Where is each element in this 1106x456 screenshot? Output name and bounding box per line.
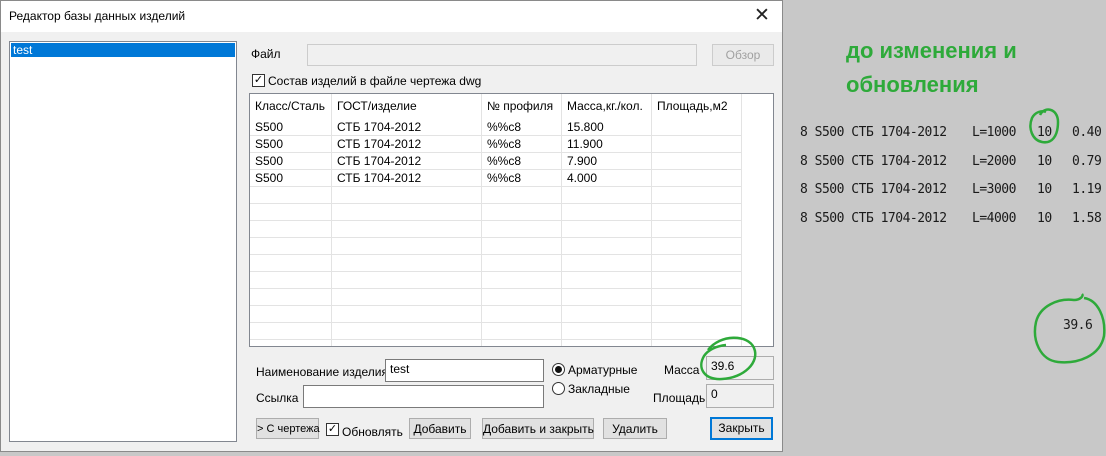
drawing-length-2: L=2000 <box>972 154 1016 169</box>
drawing-mass-1: 0.40 <box>1072 125 1102 140</box>
embedded-radio[interactable] <box>552 382 565 395</box>
drawing-length-3: L=3000 <box>972 182 1016 197</box>
cell-profile[interactable]: %%c8 <box>482 170 562 187</box>
area-label: Площадь <box>653 391 706 405</box>
drawing-spec-3: 8 S500 СТБ 1704-2012 <box>800 182 947 197</box>
cell-area[interactable] <box>652 136 742 153</box>
product-db-editor-dialog: Редактор базы данных изделий ✕ test Файл… <box>0 0 783 452</box>
from-drawing-button[interactable]: > С чертежа <box>256 418 320 439</box>
area-field[interactable]: 0 <box>706 384 774 408</box>
cell-gost[interactable]: СТБ 1704-2012 <box>332 170 482 187</box>
table-right-edge <box>741 94 742 346</box>
cell-profile[interactable]: %%c8 <box>482 136 562 153</box>
file-path-field[interactable] <box>307 44 697 66</box>
drawing-total-mass: 39.6 <box>1063 318 1093 333</box>
cell-area[interactable] <box>652 119 742 136</box>
delete-button[interactable]: Удалить <box>603 418 667 439</box>
rebar-radio-label[interactable]: Арматурные <box>568 363 637 377</box>
cell-class[interactable]: S500 <box>250 119 332 136</box>
cell-class[interactable]: S500 <box>250 170 332 187</box>
products-table[interactable]: Класс/Сталь ГОСТ/изделие № профиля Масса… <box>249 93 774 347</box>
mass-label: Масса <box>664 363 700 377</box>
drawing-qty-1: 10 <box>1037 125 1052 140</box>
drawing-spec-1: 8 S500 СТБ 1704-2012 <box>800 125 947 140</box>
cell-mass[interactable]: 4.000 <box>562 170 652 187</box>
drawing-mass-2: 0.79 <box>1072 154 1102 169</box>
table-row[interactable]: S500 СТБ 1704-2012 %%c8 4.000 <box>250 170 742 187</box>
cell-gost[interactable]: СТБ 1704-2012 <box>332 153 482 170</box>
cell-mass[interactable]: 15.800 <box>562 119 652 136</box>
cell-mass[interactable]: 11.900 <box>562 136 652 153</box>
column-header-class[interactable]: Класс/Сталь <box>250 94 332 119</box>
cell-profile[interactable]: %%c8 <box>482 119 562 136</box>
close-icon[interactable]: ✕ <box>742 1 782 32</box>
cell-area[interactable] <box>652 170 742 187</box>
table-body: S500 СТБ 1704-2012 %%c8 15.800 S500 СТБ … <box>250 119 770 346</box>
mass-field[interactable]: 39.6 <box>706 356 774 380</box>
drawing-qty-4: 10 <box>1037 211 1052 226</box>
drawing-spec-2: 8 S500 СТБ 1704-2012 <box>800 154 947 169</box>
table-row[interactable]: S500 СТБ 1704-2012 %%c8 7.900 <box>250 153 742 170</box>
cell-gost[interactable]: СТБ 1704-2012 <box>332 119 482 136</box>
drawing-mass-4: 1.58 <box>1072 211 1102 226</box>
file-label: Файл <box>251 47 281 61</box>
annotation-note-line1: до изменения и <box>846 38 1017 63</box>
dwg-checkbox[interactable]: ✓ <box>252 74 265 87</box>
column-header-area[interactable]: Площадь,м2 <box>652 94 742 119</box>
cell-mass[interactable]: 7.900 <box>562 153 652 170</box>
drawing-mass-3: 1.19 <box>1072 182 1102 197</box>
close-button[interactable]: Закрыть <box>710 417 773 440</box>
column-header-gost[interactable]: ГОСТ/изделие <box>332 94 482 119</box>
link-field[interactable] <box>303 385 544 408</box>
product-name-label: Наименование изделия <box>256 365 388 379</box>
column-header-profile[interactable]: № профиля <box>482 94 562 119</box>
dwg-checkbox-label: Состав изделий в файле чертежа dwg <box>268 74 482 88</box>
table-header: Класс/Сталь ГОСТ/изделие № профиля Масса… <box>250 94 770 119</box>
drawing-spec-4: 8 S500 СТБ 1704-2012 <box>800 211 947 226</box>
drawing-qty-2: 10 <box>1037 154 1052 169</box>
tree-item-test[interactable]: test <box>11 43 235 57</box>
browse-button[interactable]: Обзор <box>712 44 774 66</box>
drawing-length-1: L=1000 <box>972 125 1016 140</box>
window-title: Редактор базы данных изделий <box>9 9 186 23</box>
update-checkbox[interactable]: ✓ <box>326 423 339 436</box>
product-tree[interactable]: test <box>9 41 237 442</box>
add-button[interactable]: Добавить <box>409 418 471 439</box>
update-checkbox-label[interactable]: Обновлять <box>342 425 403 439</box>
drawing-length-4: L=4000 <box>972 211 1016 226</box>
cell-area[interactable] <box>652 153 742 170</box>
title-bar: Редактор базы данных изделий ✕ <box>1 1 782 32</box>
drawing-qty-3: 10 <box>1037 182 1052 197</box>
product-name-field[interactable]: test <box>385 359 544 382</box>
table-row[interactable]: S500 СТБ 1704-2012 %%c8 11.900 <box>250 136 742 153</box>
cell-gost[interactable]: СТБ 1704-2012 <box>332 136 482 153</box>
table-row[interactable]: S500 СТБ 1704-2012 %%c8 15.800 <box>250 119 742 136</box>
rebar-radio[interactable] <box>552 363 565 376</box>
annotation-note-line2: обновления <box>846 72 979 97</box>
cell-class[interactable]: S500 <box>250 136 332 153</box>
link-label: Ссылка <box>256 391 299 405</box>
add-and-close-button[interactable]: Добавить и закрыть <box>482 418 594 439</box>
column-header-mass[interactable]: Масса,кг./кол. <box>562 94 652 119</box>
cell-profile[interactable]: %%c8 <box>482 153 562 170</box>
embedded-radio-label[interactable]: Закладные <box>568 382 630 396</box>
cell-class[interactable]: S500 <box>250 153 332 170</box>
